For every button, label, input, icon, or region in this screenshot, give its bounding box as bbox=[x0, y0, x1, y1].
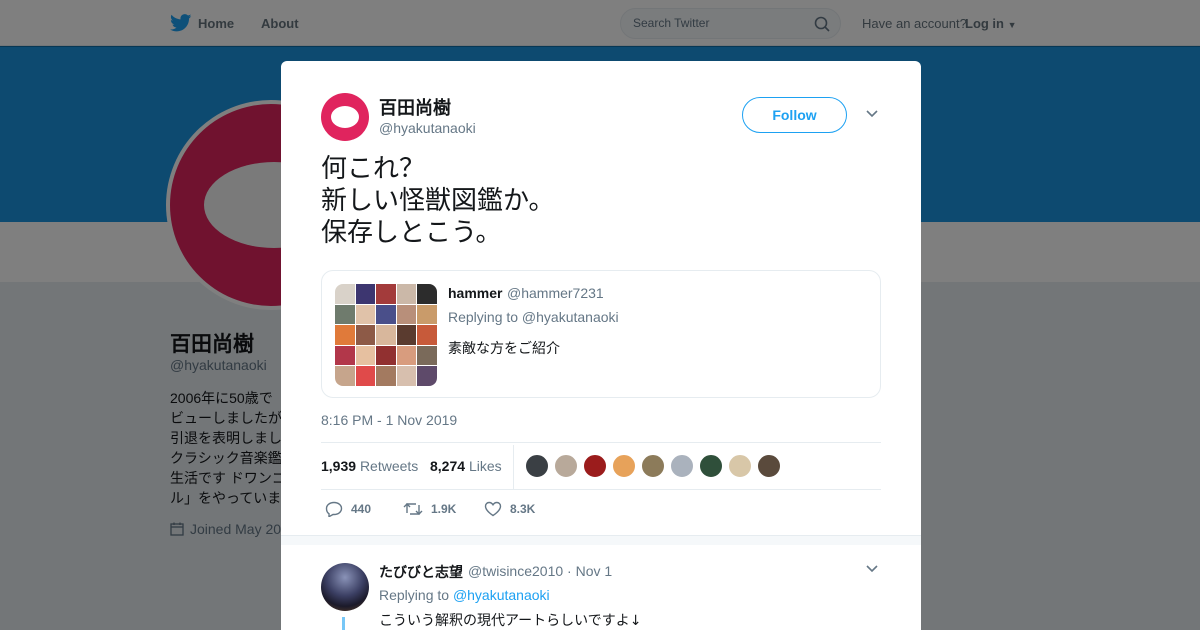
retweet-button[interactable]: 1.9K bbox=[403, 501, 456, 517]
liker-avatar[interactable] bbox=[728, 454, 752, 478]
likes-stat[interactable]: 8,274 Likes bbox=[430, 458, 502, 474]
author-handle[interactable]: @hyakutanaoki bbox=[379, 120, 476, 136]
retweet-icon bbox=[403, 503, 423, 515]
author-name[interactable]: 百田尚樹 bbox=[379, 94, 451, 120]
author-avatar[interactable] bbox=[321, 93, 369, 141]
tweet-stats: 1,939 Retweets 8,274 Likes bbox=[321, 442, 881, 490]
like-button[interactable]: 8.3K bbox=[484, 501, 535, 517]
reply-author-handle[interactable]: @twisince2010 · Nov 1 bbox=[468, 563, 612, 579]
stats-divider bbox=[513, 445, 514, 489]
liker-avatar[interactable] bbox=[641, 454, 665, 478]
liker-avatar[interactable] bbox=[612, 454, 636, 478]
quoted-tweet[interactable]: hammer @hammer7231 Replying to @hyakutan… bbox=[321, 270, 881, 398]
reply-thread-line bbox=[342, 617, 345, 630]
retweet-count: 1.9K bbox=[431, 502, 457, 516]
quoted-tweet-image[interactable] bbox=[335, 284, 437, 386]
liker-avatar[interactable] bbox=[699, 454, 723, 478]
reply-count: 440 bbox=[351, 502, 372, 516]
reply-icon bbox=[325, 501, 343, 517]
liker-avatar[interactable] bbox=[525, 454, 549, 478]
likes-count: 8,274 bbox=[430, 458, 466, 474]
likes-label: Likes bbox=[468, 458, 502, 474]
liker-avatar[interactable] bbox=[554, 454, 578, 478]
reply-avatar[interactable] bbox=[321, 563, 369, 611]
liker-avatars bbox=[525, 454, 781, 478]
retweets-stat[interactable]: 1,939 Retweets bbox=[321, 458, 418, 474]
follow-button[interactable]: Follow bbox=[742, 97, 847, 133]
replying-prefix: Replying to bbox=[379, 587, 450, 603]
reply-text: こういう解釈の現代アートらしいですよ↓ bbox=[379, 613, 642, 629]
tweet-timestamp[interactable]: 8:16 PM - 1 Nov 2019 bbox=[321, 412, 457, 428]
liker-avatar[interactable] bbox=[583, 454, 607, 478]
reply-author-name[interactable]: たびびと志望 bbox=[379, 562, 463, 582]
tweet-actions: 440 1.9K 8.3K bbox=[321, 501, 621, 521]
chevron-down-icon[interactable] bbox=[865, 564, 879, 574]
like-count: 8.3K bbox=[510, 502, 536, 516]
tweet-text: 何これ？ 新しい怪獣図鑑か。 保存しとこう。 bbox=[321, 154, 555, 248]
quoted-author-name: hammer bbox=[448, 285, 503, 301]
quoted-author-handle: @hammer7231 bbox=[507, 285, 604, 301]
reply-replying-to: Replying to @hyakutanaoki bbox=[379, 587, 550, 603]
retweets-count: 1,939 bbox=[321, 458, 357, 474]
chevron-down-icon[interactable] bbox=[865, 109, 879, 119]
liker-avatar[interactable] bbox=[670, 454, 694, 478]
section-separator bbox=[281, 535, 921, 545]
quoted-replying-to: Replying to @hyakutanaoki bbox=[448, 309, 619, 325]
liker-avatar[interactable] bbox=[757, 454, 781, 478]
quoted-text: 素敵な方をご紹介 bbox=[448, 341, 560, 357]
tweet-modal: 百田尚樹 @hyakutanaoki Follow 何これ？ 新しい怪獣図鑑か。… bbox=[281, 61, 921, 630]
heart-icon bbox=[484, 501, 502, 517]
reply-button[interactable]: 440 bbox=[325, 501, 371, 517]
retweets-label: Retweets bbox=[359, 458, 419, 474]
replying-to-link[interactable]: @hyakutanaoki bbox=[453, 587, 550, 603]
